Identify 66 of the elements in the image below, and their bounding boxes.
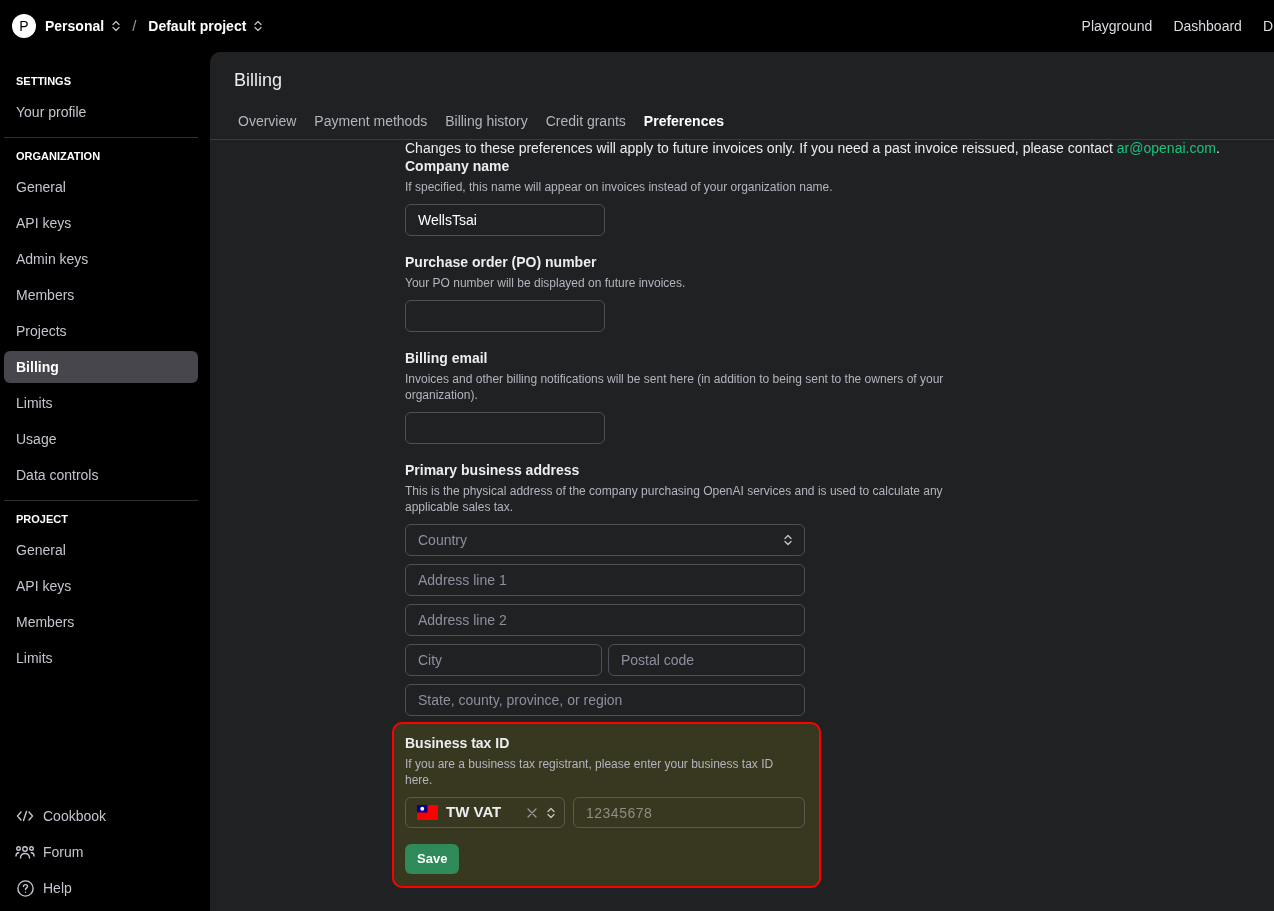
chevron-updown-icon [254, 20, 263, 32]
tab[interactable]: Credit grants [541, 111, 630, 131]
help-icon [16, 879, 34, 897]
sidebar-item[interactable]: Your profile [4, 96, 198, 128]
field-description: This is the physical address of the company purchasing OpenAI services and is used to calculate any applicable sales tax. [405, 483, 944, 515]
tab[interactable]: Overview [234, 111, 301, 131]
sidebar-item[interactable]: Billing [4, 351, 198, 383]
sidebar-link[interactable]: Forum [4, 836, 198, 868]
field-description: If specified, this name will appear on invoices instead of your organization name. [405, 179, 834, 195]
notice-text: Changes to these preferences will apply to future invoices only. If you need a past invoice reissued, please contact ar@openai.com. [405, 141, 1221, 156]
field-label: Purchase order (PO) number [405, 253, 598, 271]
sidebar-item[interactable]: API keys [4, 570, 198, 602]
sidebar-item[interactable]: Usage [4, 423, 198, 455]
sidebar-item[interactable]: Limits [4, 642, 198, 674]
section-heading: PROJECT [15, 512, 69, 527]
organization-switcher[interactable]: Personal [45, 15, 121, 37]
field-description: Invoices and other billing notifications will be sent here (in addition to being sent to the owners of your organization). [405, 371, 945, 403]
text-field[interactable] [405, 412, 605, 444]
sidebar-link[interactable]: Help [4, 872, 198, 904]
tab[interactable]: Billing history [441, 111, 532, 131]
field-label: Billing email [405, 349, 489, 367]
section-heading: SETTINGS [15, 74, 72, 89]
save-button[interactable]: Save [405, 844, 460, 874]
sidebar-item[interactable]: Projects [4, 315, 198, 347]
text-field[interactable]: 12345678 [573, 797, 805, 828]
text-field[interactable]: Postal code [608, 644, 805, 676]
sidebar-item[interactable]: API keys [4, 207, 198, 239]
sidebar-item[interactable]: General [4, 171, 198, 203]
nav-link[interactable]: Dashboard [1173, 15, 1242, 37]
dropdown-field[interactable]: TW VAT [405, 797, 565, 828]
sidebar-item[interactable]: Data controls [4, 459, 198, 491]
chevron-updown-icon [547, 806, 555, 819]
text-field[interactable]: State, county, province, or region [405, 684, 805, 716]
field-label: Business tax ID [405, 734, 511, 752]
avatar[interactable]: P [12, 14, 36, 38]
sidebar-item[interactable]: Members [4, 606, 198, 638]
nav-link[interactable]: D [1262, 15, 1273, 37]
code-icon [16, 810, 34, 822]
page-title: Billing [233, 69, 284, 91]
dropdown-field[interactable]: Country [405, 524, 805, 556]
tab[interactable]: Preferences [639, 111, 728, 131]
text-field[interactable]: City [405, 644, 602, 676]
people-icon [15, 845, 35, 859]
project-switcher[interactable]: Default project [148, 15, 263, 37]
email-link[interactable]: ar@openai.com [1116, 140, 1216, 156]
field-description: Your PO number will be displayed on future invoices. [405, 275, 687, 291]
clear-icon[interactable] [527, 807, 537, 818]
flag-icon [417, 805, 438, 820]
text-field[interactable]: WellsTsai [405, 204, 605, 236]
sidebar-item[interactable]: Limits [4, 387, 198, 419]
text-field[interactable]: Address line 1 [405, 564, 805, 596]
text-field[interactable] [405, 300, 605, 332]
sidebar-item[interactable]: General [4, 534, 198, 566]
field-label: Primary business address [405, 461, 581, 479]
sidebar-link[interactable]: Cookbook [4, 800, 198, 832]
chevron-updown-icon [784, 534, 792, 546]
breadcrumb-separator: / [132, 15, 137, 36]
field-description: If you are a business tax registrant, please enter your business tax ID here. [405, 756, 775, 788]
tab[interactable]: Payment methods [310, 111, 432, 131]
nav-link[interactable]: Playground [1081, 15, 1153, 37]
text-field[interactable]: Address line 2 [405, 604, 805, 636]
sidebar-item[interactable]: Members [4, 279, 198, 311]
sidebar-item[interactable]: Admin keys [4, 243, 198, 275]
chevron-updown-icon [112, 20, 121, 32]
section-heading: ORGANIZATION [15, 149, 102, 164]
field-label: Company name [405, 157, 511, 175]
